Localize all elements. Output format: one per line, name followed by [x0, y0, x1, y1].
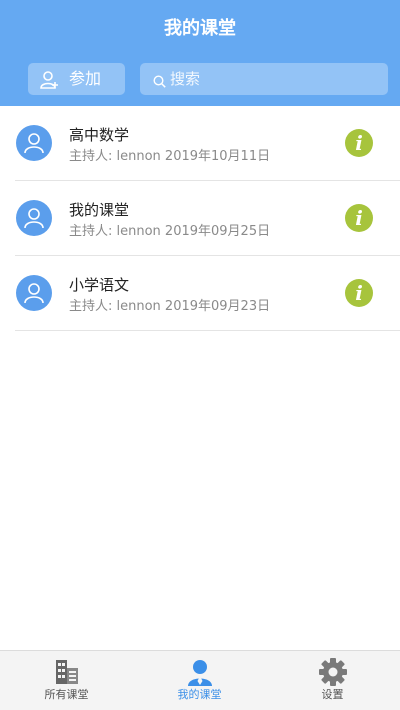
- user-group-icon: [24, 133, 44, 154]
- avatar: [16, 200, 52, 236]
- classroom-host: 主持人: lennon 2019年10月11日: [69, 149, 271, 164]
- avatar: [16, 125, 52, 161]
- tab-my-classrooms[interactable]: 我的课堂: [133, 651, 266, 710]
- header-bar: 我的课堂 参加: [0, 0, 400, 106]
- search-box[interactable]: [140, 63, 388, 95]
- list-item[interactable]: 高中数学 主持人: lennon 2019年10月11日 i: [0, 106, 400, 181]
- user-add-icon: [39, 70, 59, 90]
- avatar: [16, 275, 52, 311]
- info-icon[interactable]: i: [345, 204, 373, 232]
- join-button[interactable]: 参加: [28, 63, 125, 95]
- classroom-title: 高中数学: [69, 126, 130, 144]
- classroom-list: 高中数学 主持人: lennon 2019年10月11日 i 我的课堂 主持人:…: [0, 106, 400, 331]
- classroom-title: 我的课堂: [69, 201, 130, 219]
- search-icon: [153, 73, 166, 88]
- search-input[interactable]: [170, 69, 380, 89]
- list-item[interactable]: 小学语文 主持人: lennon 2019年09月23日 i: [0, 256, 400, 331]
- tab-label: 所有课堂: [44, 688, 89, 701]
- app-screen: 我的课堂 参加 搜索 高中数学 主持人: lennon 2019年10月11日 …: [0, 0, 400, 710]
- info-icon[interactable]: i: [345, 129, 373, 157]
- tab-label: 设置: [321, 688, 344, 701]
- tab-label: 我的课堂: [177, 688, 222, 701]
- classroom-host: 主持人: lennon 2019年09月23日: [69, 299, 271, 314]
- list-item[interactable]: 我的课堂 主持人: lennon 2019年09月25日 i: [0, 181, 400, 256]
- divider: [15, 330, 400, 331]
- classroom-title: 小学语文: [69, 276, 130, 294]
- tab-settings[interactable]: 设置: [266, 651, 399, 710]
- info-icon[interactable]: i: [345, 279, 373, 307]
- page-title: 我的课堂: [164, 18, 236, 39]
- user-group-icon: [24, 208, 44, 229]
- user-group-icon: [24, 283, 44, 304]
- user-icon: [185, 658, 215, 686]
- tab-bar: 所有课堂 我的课堂 设置: [0, 650, 400, 710]
- gear-icon: [318, 658, 348, 686]
- building-icon: [52, 658, 82, 686]
- tab-all-classrooms[interactable]: 所有课堂: [0, 651, 133, 710]
- join-button-label: 参加: [69, 69, 102, 88]
- classroom-host: 主持人: lennon 2019年09月25日: [69, 224, 271, 239]
